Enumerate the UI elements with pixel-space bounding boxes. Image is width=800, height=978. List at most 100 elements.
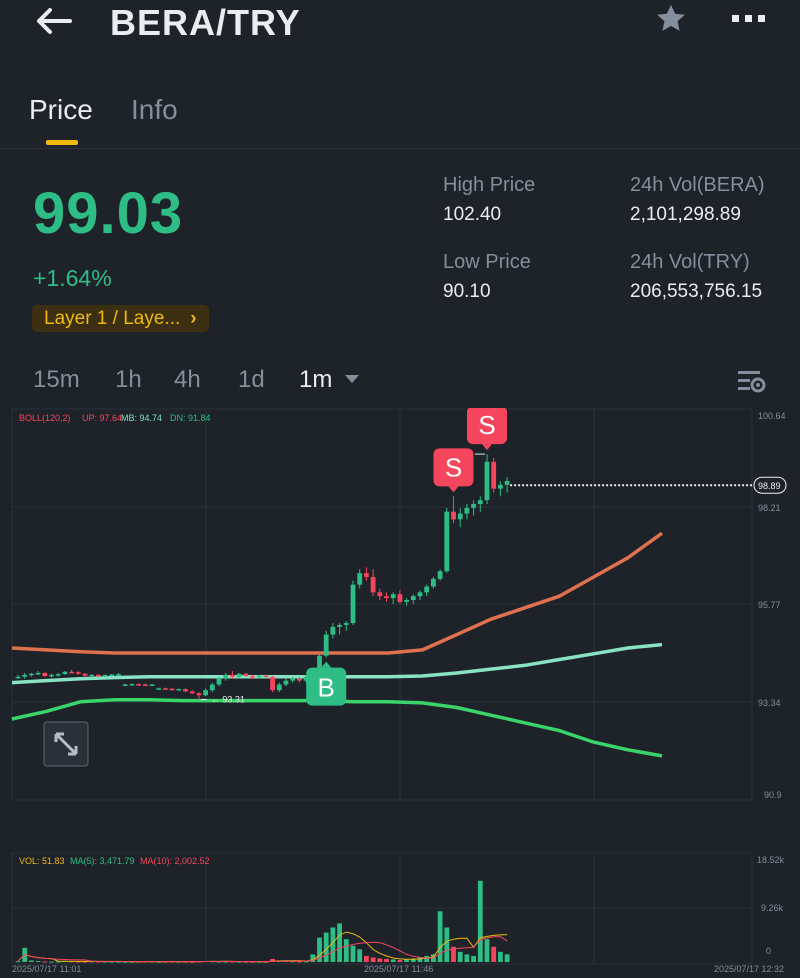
timeframe-15m[interactable]: 15m: [33, 366, 80, 394]
candle-body: [116, 674, 121, 676]
candle-body: [243, 673, 249, 677]
candle-body: [404, 600, 409, 602]
volume-bar: [504, 954, 510, 962]
volume-bar: [457, 951, 463, 962]
candle-body: [364, 573, 369, 577]
vol-base-value: 2,101,298.89: [630, 204, 741, 225]
candle-body: [189, 691, 195, 694]
candle-body: [337, 624, 342, 627]
category-tag-label: Layer 1 / Laye...: [44, 308, 181, 329]
candle-body: [62, 671, 68, 675]
tab-price[interactable]: Price: [29, 94, 93, 126]
trade-marker-pointer: [482, 444, 492, 451]
candle-body: [504, 480, 510, 485]
candle-body: [49, 674, 54, 677]
candle-body: [122, 684, 128, 686]
y-tick-label: 90.9: [764, 790, 782, 800]
candle-body: [437, 571, 443, 579]
boll-upper-line: [11, 531, 664, 655]
candle-body: [89, 674, 95, 677]
volume-bar: [370, 957, 376, 962]
chart-settings-icon[interactable]: [736, 368, 766, 394]
active-tab-indicator: [46, 140, 78, 145]
candle-body: [350, 584, 356, 624]
timeframe-1h[interactable]: 1h: [115, 366, 142, 394]
vol-title: VOL: 51.83: [19, 856, 65, 866]
volume-bar: [477, 880, 483, 962]
candle-body: [169, 688, 175, 691]
trade-marker-pointer: [448, 486, 459, 493]
chevron-right-icon: ›: [190, 308, 197, 329]
candle-body: [102, 674, 108, 677]
timeframe-1d[interactable]: 1d: [238, 366, 265, 394]
candle-body: [35, 672, 41, 675]
volume-bar: [343, 939, 349, 962]
boll-up-label: UP: 97.64: [82, 413, 122, 423]
boll-title: BOLL(120,2): [19, 413, 71, 423]
volume-bar: [337, 923, 342, 962]
category-tag[interactable]: Layer 1 / Laye... ›: [32, 305, 209, 332]
candle-body: [69, 671, 74, 674]
volume-bar: [471, 955, 476, 962]
high-price-label: High Price: [443, 174, 536, 196]
volume-bar: [35, 960, 41, 962]
candle-body: [431, 578, 436, 587]
timeframe-selected[interactable]: 1m: [299, 366, 332, 394]
price-change: +1.64%: [33, 265, 112, 291]
candle-body: [236, 673, 242, 677]
candle-body: [109, 674, 115, 677]
candle-body: [270, 676, 275, 691]
candle-body: [230, 674, 235, 677]
trade-marker-label: B: [318, 673, 335, 703]
volume-bar: [377, 958, 383, 962]
chevron-down-icon[interactable]: [345, 375, 359, 383]
candle-body: [377, 592, 383, 597]
expand-icon[interactable]: [43, 721, 89, 767]
candle-body: [149, 684, 155, 686]
volume-bar: [498, 951, 503, 962]
vol-quote-label: 24h Vol(TRY): [630, 251, 750, 273]
candle-body: [457, 513, 463, 520]
vol-base-label: 24h Vol(BERA): [630, 174, 765, 196]
candle-body: [290, 678, 296, 681]
timeframe-4h[interactable]: 4h: [174, 366, 201, 394]
high-price-value: 102.40: [443, 204, 502, 225]
y-tick-label: 98.21: [758, 503, 781, 513]
x-tick-label: 2025/07/17 11:46: [364, 964, 433, 974]
more-dots-icon[interactable]: [732, 14, 766, 24]
vol-y-tick-label: 9.26k: [761, 903, 784, 913]
price-chart[interactable]: BOLL(120,2) UP: 97.64 MB: 94.74 DN: 91.8…: [0, 408, 800, 978]
candle-body: [444, 511, 450, 572]
tab-bar: Price Info: [0, 86, 800, 149]
volume-bar: [42, 961, 48, 963]
low-price-label: Low Price: [443, 251, 531, 273]
tab-info[interactable]: Info: [131, 94, 178, 126]
y-tick-label: 93.34: [758, 698, 781, 708]
candle-body: [330, 626, 336, 635]
star-icon[interactable]: [654, 2, 688, 36]
vol-quote-value: 206,553,756.15: [630, 281, 763, 302]
candle-body: [370, 576, 376, 593]
vol-ma10-label: MA(10): 2,002.52: [140, 856, 210, 866]
trade-marker-pointer: [321, 661, 332, 668]
current-price-label: 98.89: [758, 481, 781, 491]
candle-body: [176, 689, 182, 691]
x-tick-label: 2025/07/17 12:32: [714, 964, 784, 974]
candle-body: [471, 504, 476, 508]
boll-dn-label: DN: 91.84: [170, 413, 211, 423]
volume-bar: [484, 939, 490, 962]
volume-ma10-line: [17, 936, 508, 963]
arrow-left-icon[interactable]: [34, 6, 74, 36]
candle-body: [477, 500, 483, 505]
y-tick-label: 95.77: [758, 600, 781, 610]
page-title: BERA/TRY: [110, 2, 301, 43]
volume-bar: [390, 959, 396, 962]
candle-body: [256, 675, 262, 678]
candle-body: [410, 596, 416, 601]
candle-body: [156, 688, 162, 690]
candle-body: [55, 674, 61, 676]
y-tick-label: 100.64: [758, 411, 786, 421]
candle-body: [42, 672, 48, 677]
candle-body: [424, 586, 430, 593]
volume-bar: [384, 958, 389, 962]
